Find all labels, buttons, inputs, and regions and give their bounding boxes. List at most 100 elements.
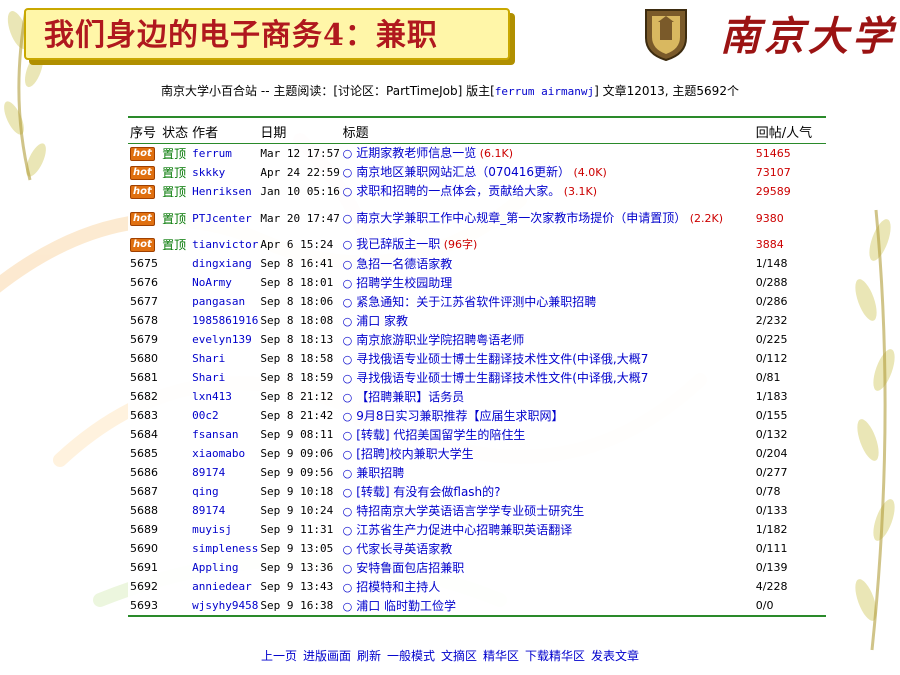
table-row[interactable]: 5678 1985861916 Sep 8 18:08 ○ 浦口 家教 2/232 [128,311,826,330]
table-row[interactable]: 5693 wjsyhy9458 Sep 9 16:38 ○ 浦口 临时勤工俭学 0/0 [128,596,826,615]
table-row[interactable]: 5682 lxn413 Sep 8 21:12 ○ 【招聘兼职】话务员 1/183 [128,387,826,406]
thread-title-link[interactable]: 近期家教老师信息一览 [356,146,476,160]
pinned-row[interactable]: hot 置顶 Henriksen Jan 10 05:16 ○ 求职和招聘的一点体会，贡献… [128,182,826,201]
author-link[interactable]: Henriksen [192,185,252,198]
footer-link[interactable]: 一般模式 [387,649,435,663]
author-link[interactable]: fsansan [192,428,238,441]
thread-title-link[interactable]: 安特鲁面包店招兼职 [356,561,464,575]
footer-link[interactable]: 下载精华区 [525,649,585,663]
footer-link[interactable]: 上一页 [261,649,297,663]
thread-title-link[interactable]: 紧急通知：关于江苏省软件评测中心兼职招聘 [356,295,596,309]
reply-count: 0/288 [755,276,788,289]
table-row[interactable]: 5680 Shari Sep 8 18:58 ○ 寻找俄语专业硕士博士生翻译技术性文件(… [128,349,826,368]
table-row[interactable]: 5688 89174 Sep 9 10:24 ○ 特招南京大学英语语言学学专业硕士研究生… [128,501,826,520]
table-row[interactable]: 5690 simpleness Sep 9 13:05 ○ 代家长寻英语家教 0/111 [128,539,826,558]
thread-title-link[interactable]: 急招一名德语家教 [356,257,452,271]
table-row[interactable]: 5686 89174 Sep 9 09:56 ○ 兼职招聘 0/277 [128,463,826,482]
author-link[interactable]: 89174 [192,466,225,479]
author-link[interactable]: ferrum [192,147,232,160]
thread-title-link[interactable]: 招模特和主持人 [356,580,440,594]
table-row[interactable]: 5691 Appling Sep 9 13:36 ○ 安特鲁面包店招兼职 0/139 [128,558,826,577]
thread-title-link[interactable]: 浦口 临时勤工俭学 [356,599,456,613]
thread-title-link[interactable]: 浦口 家教 [356,314,408,328]
title-cell: ○ 我已辞版主一职 (96字) [343,235,756,254]
table-row[interactable]: 5675 dingxiang Sep 8 16:41 ○ 急招一名德语家教 1/148 [128,254,826,273]
thread-number: 5679 [130,333,158,346]
status-cell [162,558,192,577]
table-row[interactable]: 5683 00c2 Sep 8 21:42 ○ 9月8日实习兼职推荐【应届生求职网】 0/… [128,406,826,425]
thread-number: 5680 [130,352,158,365]
table-row[interactable]: 5689 muyisj Sep 9 11:31 ○ 江苏省生产力促进中心招聘兼职英语翻译… [128,520,826,539]
table-row[interactable]: 5684 fsansan Sep 9 08:11 ○ [转载] 代招美国留学生的陪住生 0… [128,425,826,444]
thread-title-link[interactable]: 求职和招聘的一点体会，贡献给大家。 [356,184,560,198]
author-cell: evelyn139 [192,330,260,349]
pinned-row[interactable]: hot 置顶 PTJcenter Mar 20 17:47 ○ 南京大学兼职工作中心规章_… [128,201,826,235]
table-row[interactable]: 5681 Shari Sep 8 18:59 ○ 寻找俄语专业硕士博士生翻译技术性文件(… [128,368,826,387]
table-row[interactable]: 5679 evelyn139 Sep 8 18:13 ○ 南京旅游职业学院招聘粤语老师 0… [128,330,826,349]
author-link[interactable]: evelyn139 [192,333,252,346]
table-row[interactable]: 5692 anniedear Sep 9 13:43 ○ 招模特和主持人 4/228 [128,577,826,596]
author-link[interactable]: Shari [192,352,225,365]
thread-title-link[interactable]: 特招南京大学英语语言学学专业硕士研究生 [356,504,584,518]
footer-link[interactable]: 精华区 [483,649,519,663]
replies-cell: 1/148 [756,254,826,273]
footer-link[interactable]: 进版画面 [303,649,351,663]
thread-title-link[interactable]: 南京地区兼职网站汇总（070416更新） [356,165,570,179]
author-link[interactable]: anniedear [192,580,252,593]
author-link[interactable]: pangasan [192,295,245,308]
author-link[interactable]: xiaomabo [192,447,245,460]
thread-title-link[interactable]: 南京大学兼职工作中心规章_第一次家教市场提价（申请置顶） [356,211,686,225]
date-cell: Sep 9 08:11 [260,425,342,444]
board-navigation: 上一页 进版画面 刷新 一般模式 文摘区 精华区 下载精华区 发表文章 [0,647,900,664]
table-row[interactable]: 5677 pangasan Sep 8 18:06 ○ 紧急通知：关于江苏省软件评测中心… [128,292,826,311]
thread-title-link[interactable]: 9月8日实习兼职推荐【应届生求职网】 [356,409,563,423]
author-link[interactable]: wjsyhy9458 [192,599,258,612]
author-link[interactable]: Appling [192,561,238,574]
table-row[interactable]: 5676 NoArmy Sep 8 18:01 ○ 招聘学生校园助理 0/288 [128,273,826,292]
status-cell [162,330,192,349]
title-cell: ○ [转载] 代招美国留学生的陪住生 [343,425,756,444]
thread-title-link[interactable]: [转载] 有没有会做flash的? [356,485,500,499]
author-link[interactable]: lxn413 [192,390,232,403]
footer-link[interactable]: 发表文章 [591,649,639,663]
thread-title-link[interactable]: 代家长寻英语家教 [356,542,452,556]
author-link[interactable]: simpleness [192,542,258,555]
thread-title-link[interactable]: 招聘学生校园助理 [356,276,452,290]
pinned-row[interactable]: hot 置顶 ferrum Mar 12 17:57 ○ 近期家教老师信息一览 (6.1K… [128,144,826,164]
author-link[interactable]: muyisj [192,523,232,536]
footer-link[interactable]: 刷新 [357,649,381,663]
author-link[interactable]: 1985861916 [192,314,258,327]
author-link[interactable]: tianvictor [192,238,258,251]
author-link[interactable]: 89174 [192,504,225,517]
thread-title-link[interactable]: 江苏省生产力促进中心招聘兼职英语翻译 [356,523,572,537]
moderator-links[interactable]: ferrum airmanwj [495,85,594,98]
table-row[interactable]: 5687 qing Sep 9 10:18 ○ [转载] 有没有会做flash的? 0/7… [128,482,826,501]
pinned-row[interactable]: hot 置顶 tianvictor Apr 6 15:24 ○ 我已辞版主一职 (96字)… [128,235,826,254]
status-cell: 置顶 [162,144,192,164]
thread-number: 5687 [130,485,158,498]
hot-cell: hot [128,235,162,254]
thread-title-link[interactable]: 【招聘兼职】话务员 [356,390,464,404]
footer-link[interactable]: 文摘区 [441,649,477,663]
status-cell [162,444,192,463]
thread-title-link[interactable]: 寻找俄语专业硕士博士生翻译技术性文件(中译俄,大概7 [356,352,648,366]
date-cell: Sep 8 18:59 [260,368,342,387]
thread-title-link[interactable]: 我已辞版主一职 [356,237,440,251]
table-row[interactable]: 5685 xiaomabo Sep 9 09:06 ○ [招聘]校内兼职大学生 0/204 [128,444,826,463]
pinned-row[interactable]: hot 置顶 skkky Apr 24 22:59 ○ 南京地区兼职网站汇总（070416… [128,163,826,182]
thread-title-link[interactable]: 南京旅游职业学院招聘粤语老师 [356,333,524,347]
author-link[interactable]: 00c2 [192,409,219,422]
author-cell: Shari [192,368,260,387]
post-date: Sep 9 10:18 [260,485,334,498]
author-link[interactable]: PTJcenter [192,212,252,225]
author-link[interactable]: skkky [192,166,225,179]
author-link[interactable]: dingxiang [192,257,252,270]
author-link[interactable]: qing [192,485,219,498]
thread-title-link[interactable]: 兼职招聘 [356,466,404,480]
author-link[interactable]: NoArmy [192,276,232,289]
thread-title-link[interactable]: [转载] 代招美国留学生的陪住生 [356,428,525,442]
author-link[interactable]: Shari [192,371,225,384]
thread-title-link[interactable]: [招聘]校内兼职大学生 [356,447,473,461]
col-status: 状态 [162,118,193,144]
thread-title-link[interactable]: 寻找俄语专业硕士博士生翻译技术性文件(中译俄,大概7 [356,371,648,385]
